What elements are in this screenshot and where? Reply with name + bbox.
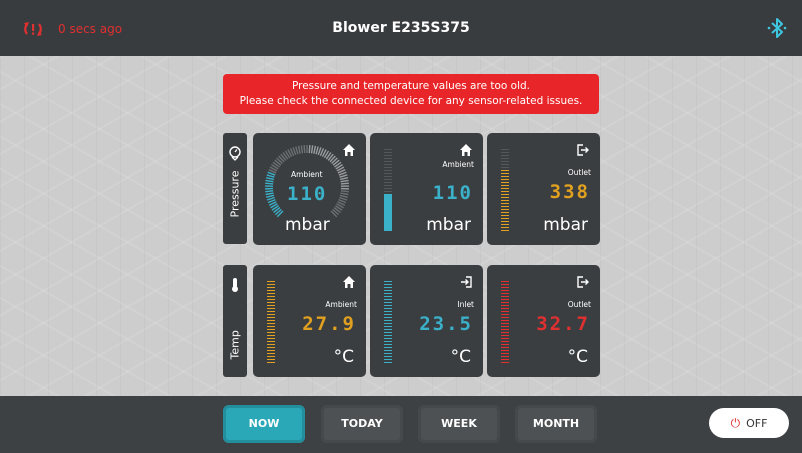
tab-now[interactable]: NOW	[223, 405, 305, 443]
card-unit: °C	[450, 347, 471, 367]
alert-line-1: Pressure and temperature values are too …	[291, 80, 531, 92]
power-off-button[interactable]: ⏻ OFF	[709, 408, 789, 438]
card-value: 27.9	[302, 313, 356, 335]
pressure-ambient-gauge-card[interactable]: Ambient 110 mbar	[253, 133, 366, 245]
device-title: Blower E235S375	[332, 20, 470, 36]
card-value: 110	[287, 183, 328, 205]
tab-today[interactable]: TODAY	[321, 405, 403, 443]
card-label: Ambient	[291, 170, 323, 179]
card-value: 338	[549, 181, 590, 203]
gauge-tick	[265, 179, 274, 183]
power-icon: ⏻	[730, 416, 741, 430]
gauge-tick	[339, 194, 348, 198]
inlet-icon	[461, 276, 472, 288]
gauge-tick	[340, 182, 349, 185]
level-bar	[501, 281, 509, 363]
gauge-tick	[265, 190, 274, 193]
temperature-ambient-card[interactable]: Ambient 27.9 °C	[253, 265, 366, 377]
temperature-outlet-card[interactable]: Outlet 32.7 °C	[487, 265, 600, 377]
gauge-tick	[266, 196, 275, 201]
pressure-ambient-card[interactable]: Ambient 110 mbar	[370, 133, 483, 245]
gauge-tick	[265, 192, 274, 196]
app-header: 0 secs ago Blower E235S375	[0, 0, 802, 56]
outlet-icon	[577, 144, 589, 156]
bluetooth-icon[interactable]	[766, 16, 788, 40]
gauge-tick	[266, 174, 275, 178]
level-bar	[267, 281, 275, 363]
alert-line-2: Please check the connected device for an…	[239, 95, 583, 107]
temperature-section-label: Temp	[223, 265, 247, 377]
card-value: 32.7	[536, 313, 590, 335]
card-unit: °C	[333, 347, 354, 367]
stale-data-alert: Pressure and temperature values are too …	[223, 74, 599, 114]
gauge-tick	[340, 190, 349, 193]
gauge-tick	[313, 145, 317, 154]
gauge-tick	[265, 176, 275, 181]
gauge-tick	[265, 182, 274, 185]
level-bar	[384, 281, 392, 363]
gauge-tick	[340, 179, 349, 183]
level-bar	[501, 149, 509, 231]
card-unit: mbar	[426, 215, 471, 235]
temperature-label: Temp	[228, 330, 242, 360]
gauge-tick	[339, 196, 348, 201]
home-icon	[343, 144, 355, 156]
gauge-tick	[340, 192, 349, 196]
tab-month[interactable]: MONTH	[515, 405, 597, 443]
card-label: Ambient	[325, 300, 357, 309]
pressure-outlet-card[interactable]: Outlet 338 mbar	[487, 133, 600, 245]
gauge-tick	[310, 145, 314, 154]
level-bar	[384, 149, 392, 231]
outlet-icon	[577, 276, 589, 288]
card-label: Outlet	[567, 168, 591, 177]
tab-week[interactable]: WEEK	[418, 405, 500, 443]
home-icon	[460, 144, 472, 156]
power-label: OFF	[746, 417, 768, 430]
gauge-tick	[295, 146, 299, 155]
pressure-section-label: Pressure	[223, 133, 247, 244]
gauge-tick	[308, 145, 311, 154]
gauge-tick	[339, 174, 348, 178]
pressure-gauge-icon	[229, 146, 241, 161]
card-unit: °C	[567, 347, 588, 367]
gauge-tick	[339, 176, 349, 181]
gauge-tick	[303, 145, 306, 154]
footer-bar: NOW TODAY WEEK MONTH ⏻ OFF	[0, 396, 802, 453]
card-label: Ambient	[442, 160, 474, 169]
home-icon	[343, 276, 355, 288]
gauge-tick	[297, 145, 301, 154]
card-value: 23.5	[419, 313, 473, 335]
gauge-tick	[266, 194, 275, 198]
thermometer-icon	[232, 278, 238, 292]
card-label: Outlet	[567, 300, 591, 309]
card-unit: mbar	[543, 215, 588, 235]
card-unit: mbar	[285, 215, 330, 235]
pressure-label: Pressure	[228, 170, 242, 218]
gauge-tick	[315, 146, 319, 155]
gauge-tick	[300, 145, 304, 154]
temperature-inlet-card[interactable]: Inlet 23.5 °C	[370, 265, 483, 377]
card-label: Inlet	[457, 300, 474, 309]
card-value: 110	[432, 182, 473, 204]
